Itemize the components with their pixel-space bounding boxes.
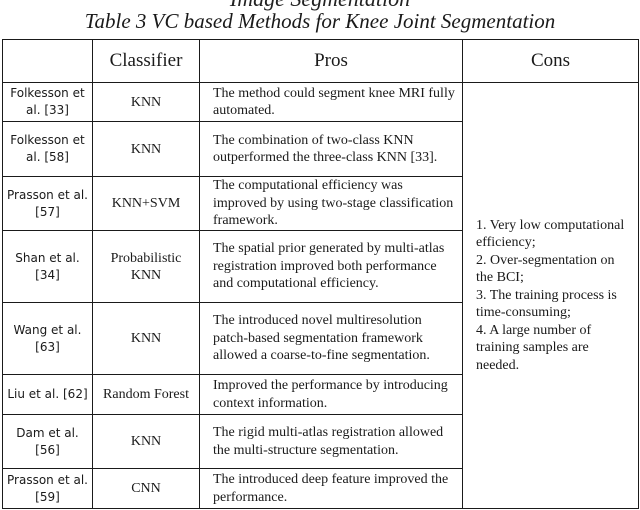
classifier-cell: KNN bbox=[92, 121, 200, 177]
author-cell: Folkesson et al. [33] bbox=[2, 82, 93, 122]
pros-cell: The computational efficiency was improve… bbox=[199, 176, 463, 231]
author-cell: Prasson et al. [57] bbox=[2, 176, 93, 231]
header-cons: Cons bbox=[462, 39, 639, 83]
header-pros: Pros bbox=[199, 39, 463, 83]
classifier-cell: Probabilistic KNN bbox=[92, 230, 200, 303]
header-row: Classifier Pros Cons bbox=[2, 39, 639, 83]
classifier-cell: KNN bbox=[92, 302, 200, 375]
methods-table: Classifier Pros Cons Folkesson et al. [3… bbox=[2, 39, 639, 509]
header-author bbox=[2, 39, 93, 83]
author-cell: Wang et al. [63] bbox=[2, 302, 93, 375]
pros-cell: The introduced novel multiresolution pat… bbox=[199, 302, 463, 375]
classifier-cell: KNN bbox=[92, 414, 200, 469]
pros-cell: Improved the performance by introducing … bbox=[199, 374, 463, 415]
cons-item: 2. Over-segmentation on the BCI; bbox=[476, 252, 615, 286]
cons-item: 3. The training process is time-consumin… bbox=[476, 287, 617, 321]
classifier-cell: KNN bbox=[92, 82, 200, 122]
pros-cell: The introduced deep feature improved the… bbox=[199, 468, 463, 509]
header-classifier: Classifier bbox=[92, 39, 200, 83]
author-cell: Liu et al. [62] bbox=[2, 374, 93, 415]
author-cell: Prasson et al. [59] bbox=[2, 468, 93, 509]
pros-cell: The spatial prior generated by multi-atl… bbox=[199, 230, 463, 303]
pros-cell: The combination of two-class KNN outperf… bbox=[199, 121, 463, 177]
table-row: Folkesson et al. [33] KNN The method cou… bbox=[2, 82, 639, 509]
pros-cell: The method could segment knee MRI fully … bbox=[199, 82, 463, 122]
pros-cell: The rigid multi-atlas registration allow… bbox=[199, 414, 463, 469]
classifier-cell: Random Forest bbox=[92, 374, 200, 415]
author-cell: Folkesson et al. [58] bbox=[2, 121, 93, 177]
author-cell: Dam et al. [56] bbox=[2, 414, 93, 469]
cons-cell: 1. Very low computational efficiency; 2.… bbox=[462, 82, 639, 509]
classifier-cell: KNN+SVM bbox=[92, 176, 200, 231]
author-cell: Shan et al. [34] bbox=[2, 230, 93, 303]
classifier-cell: CNN bbox=[92, 468, 200, 509]
cons-item: 1. Very low computational efficiency; bbox=[476, 217, 625, 251]
cons-item: 4. A large number of training samples ar… bbox=[476, 322, 592, 373]
table-caption: Table 3 VC based Methods for Knee Joint … bbox=[84, 9, 556, 33]
